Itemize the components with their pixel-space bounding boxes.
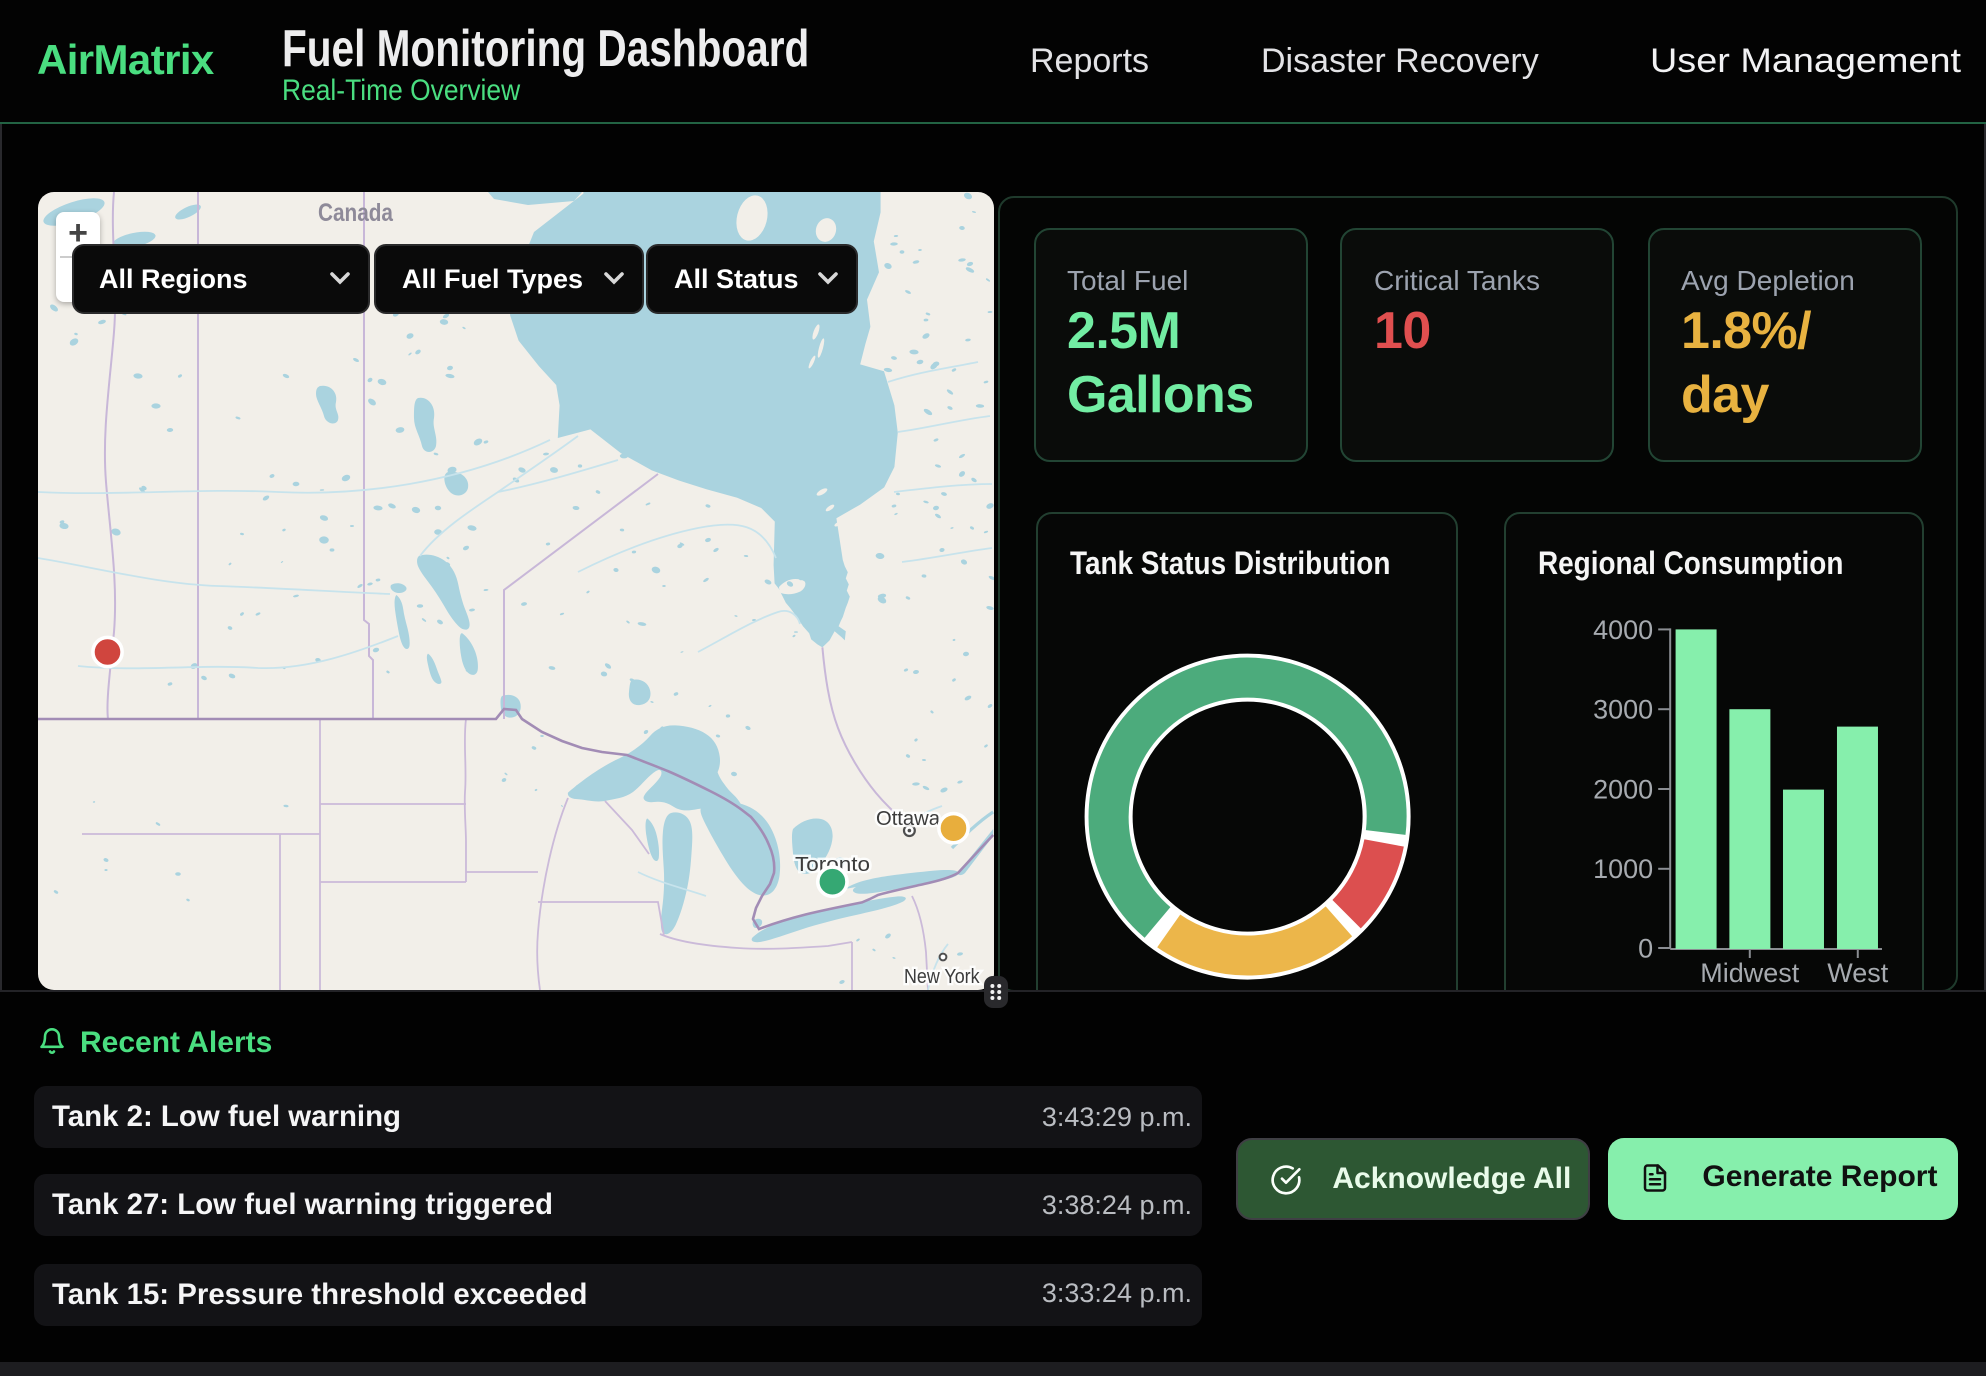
svg-text:West: West	[1826, 958, 1887, 988]
svg-text:Canada: Canada	[318, 199, 394, 227]
svg-text:2000: 2000	[1592, 774, 1652, 804]
svg-text:0: 0	[1637, 933, 1652, 963]
svg-text:Midwest: Midwest	[1699, 958, 1798, 988]
svg-text:1000: 1000	[1592, 854, 1652, 884]
svg-text:3000: 3000	[1592, 695, 1652, 725]
svg-text:New York: New York	[904, 966, 980, 988]
svg-text:4000: 4000	[1592, 615, 1652, 645]
svg-text:Ottawa: Ottawa	[876, 808, 941, 830]
